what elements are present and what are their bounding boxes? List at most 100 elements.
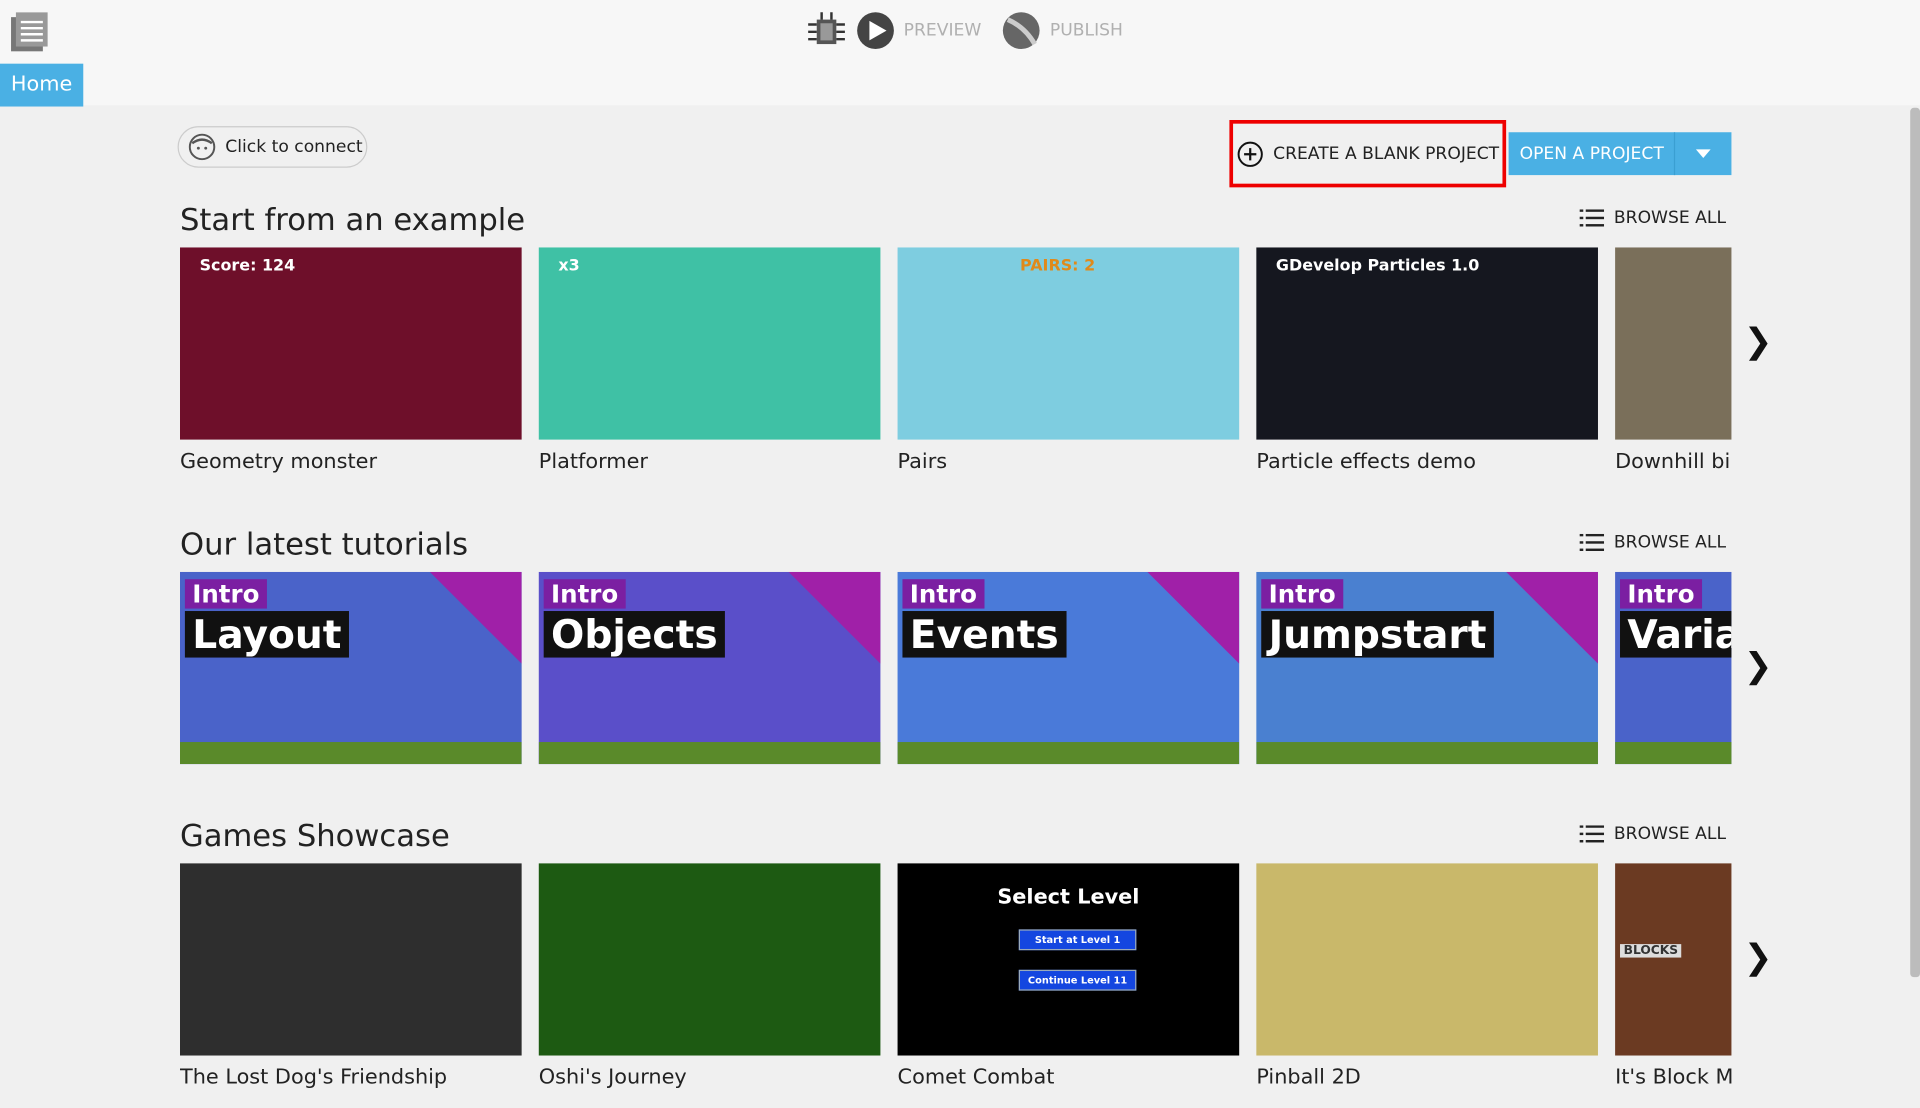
card-title: Comet Combat	[897, 1065, 1055, 1090]
open-project-dropdown[interactable]	[1673, 132, 1731, 176]
project-card[interactable]: GDevelop Particles 1.0 Particle effects d…	[1256, 247, 1598, 474]
thumbnail[interactable]	[1615, 247, 1732, 440]
thumbnail[interactable]: x3	[538, 247, 881, 440]
create-blank-label: CREATE A BLANK PROJECT	[1273, 143, 1500, 164]
plus-circle-icon	[1237, 141, 1263, 167]
ground	[1256, 742, 1598, 765]
section-title: Games Showcase	[180, 817, 450, 854]
gdevelop-corner-badge	[429, 571, 522, 664]
thumbnail[interactable]: IntroVariab	[1615, 571, 1732, 765]
create-blank-project-button[interactable]: CREATE A BLANK PROJECT	[1229, 120, 1507, 188]
ground	[897, 742, 1240, 765]
preview-button[interactable]: PREVIEW	[904, 21, 982, 41]
gdevelop-corner-badge	[1506, 571, 1598, 664]
project-card[interactable]: Intro Events	[897, 571, 1240, 765]
thumbnail[interactable]: Score: 124	[180, 247, 522, 440]
chevron-right-icon[interactable]: ❯	[1744, 937, 1773, 977]
ground	[538, 742, 881, 765]
project-card[interactable]: Intro Jumpstart	[1256, 571, 1598, 765]
ground	[180, 742, 522, 765]
intro-tag: Intro	[543, 579, 626, 609]
project-card[interactable]: Score: 124 Geometry monster	[180, 247, 522, 474]
thumbnail[interactable]	[538, 863, 881, 1056]
user-avatar-icon	[188, 133, 216, 161]
tutorial-title: Events	[902, 611, 1066, 658]
ground	[1615, 742, 1732, 765]
intro-tag: Intro	[1620, 579, 1702, 609]
project-card[interactable]: The Lost Dog's Friendship	[180, 863, 522, 1090]
thumb-button: Continue Level 11	[1018, 969, 1137, 991]
thumb-text: PAIRS: 2	[1020, 257, 1096, 276]
thumbnail[interactable]: Select Level Start at Level 1 Continue Lev…	[897, 863, 1240, 1056]
project-card[interactable]: BLOCKS It's Block Ma	[1615, 863, 1732, 1090]
project-card[interactable]: Downhill bik	[1615, 247, 1732, 474]
section-title: Start from an example	[180, 202, 526, 238]
thumbnail[interactable]: Intro Objects	[538, 571, 881, 765]
list-icon	[1579, 533, 1605, 552]
thumb-text: Score: 124	[199, 257, 296, 276]
thumbnail[interactable]: GDevelop Particles 1.0	[1256, 247, 1598, 440]
tutorial-title: Objects	[543, 611, 726, 658]
thumb-text: GDevelop Particles 1.0	[1275, 257, 1480, 276]
thumbnail[interactable]: PAIRS: 2	[897, 247, 1240, 440]
card-title: Oshi's Journey	[538, 1065, 687, 1090]
tutorial-title: Jumpstart	[1261, 611, 1494, 658]
card-row: Score: 124 Geometry monster x3 Platformer PA…	[180, 247, 1732, 492]
thumbnail[interactable]: Intro Events	[897, 571, 1240, 765]
card-title: Geometry monster	[180, 449, 378, 474]
gdevelop-corner-badge	[1147, 571, 1240, 664]
project-card[interactable]: PAIRS: 2 Pairs	[897, 247, 1240, 474]
browse-all-label: BROWSE ALL	[1613, 532, 1727, 553]
chevron-right-icon[interactable]: ❯	[1744, 321, 1773, 361]
project-manager-icon[interactable]	[11, 12, 48, 52]
publish-icon[interactable]	[1001, 10, 1043, 52]
open-project-button[interactable]: OPEN A PROJECT	[1509, 144, 1674, 164]
debugger-icon[interactable]	[806, 10, 848, 52]
chevron-right-icon[interactable]: ❯	[1744, 645, 1773, 685]
project-card[interactable]: IntroVariab	[1615, 571, 1732, 765]
thumb-button: Start at Level 1	[1018, 929, 1137, 951]
browse-all-button[interactable]: BROWSE ALL	[1579, 204, 1727, 231]
card-row: The Lost Dog's Friendship Oshi's Journey S…	[180, 863, 1732, 1108]
publish-button[interactable]: PUBLISH	[1050, 21, 1123, 41]
preview-play-icon[interactable]	[855, 10, 897, 52]
top-toolbar: PREVIEW PUBLISH Home	[0, 0, 1920, 107]
thumb-text: x3	[558, 257, 580, 276]
thumbnail[interactable]: Intro Jumpstart	[1256, 571, 1598, 765]
project-card[interactable]: Intro Objects	[538, 571, 881, 765]
intro-tag: Intro	[902, 579, 985, 609]
connect-button[interactable]: Click to connect	[177, 126, 368, 168]
project-card[interactable]: Select Level Start at Level 1 Continue Lev…	[897, 863, 1240, 1090]
connect-label: Click to connect	[225, 137, 363, 157]
browse-all-label: BROWSE ALL	[1613, 208, 1727, 228]
card-row: Intro Layout Intro Objects Intro Events Intro J…	[180, 571, 1732, 817]
thumb-title: Select Level	[997, 885, 1140, 910]
card-title: Downhill bik	[1615, 449, 1732, 474]
thumbnail[interactable]: BLOCKS	[1615, 863, 1732, 1056]
card-title: Particle effects demo	[1256, 449, 1476, 474]
intro-tag: Intro	[184, 579, 267, 609]
tutorial-title: Layout	[184, 611, 349, 658]
project-card[interactable]: Pinball 2D	[1256, 863, 1598, 1090]
project-card[interactable]: x3 Platformer	[538, 247, 881, 474]
card-title: The Lost Dog's Friendship	[180, 1065, 448, 1090]
thumbnail[interactable]	[1256, 863, 1598, 1056]
project-card[interactable]: Oshi's Journey	[538, 863, 881, 1090]
tab-home[interactable]: Home	[0, 63, 84, 107]
thumbnail[interactable]: Intro Layout	[180, 571, 522, 765]
gdevelop-corner-badge	[788, 571, 881, 664]
open-project-group: OPEN A PROJECT	[1508, 132, 1732, 176]
card-title: It's Block Ma	[1615, 1065, 1731, 1090]
card-title: Pairs	[897, 449, 948, 474]
list-icon	[1579, 209, 1605, 227]
card-title: Pinball 2D	[1256, 1065, 1361, 1090]
browse-all-button[interactable]: BROWSE ALL	[1579, 820, 1727, 847]
list-icon	[1579, 825, 1605, 843]
browse-all-label: BROWSE ALL	[1613, 824, 1727, 844]
thumbnail[interactable]	[180, 863, 522, 1056]
caret-down-icon	[1695, 149, 1711, 158]
browse-all-button[interactable]: BROWSE ALL	[1579, 529, 1727, 556]
scrollbar[interactable]	[1910, 107, 1920, 978]
thumb-text: BLOCKS	[1620, 944, 1682, 958]
project-card[interactable]: Intro Layout	[180, 571, 522, 765]
